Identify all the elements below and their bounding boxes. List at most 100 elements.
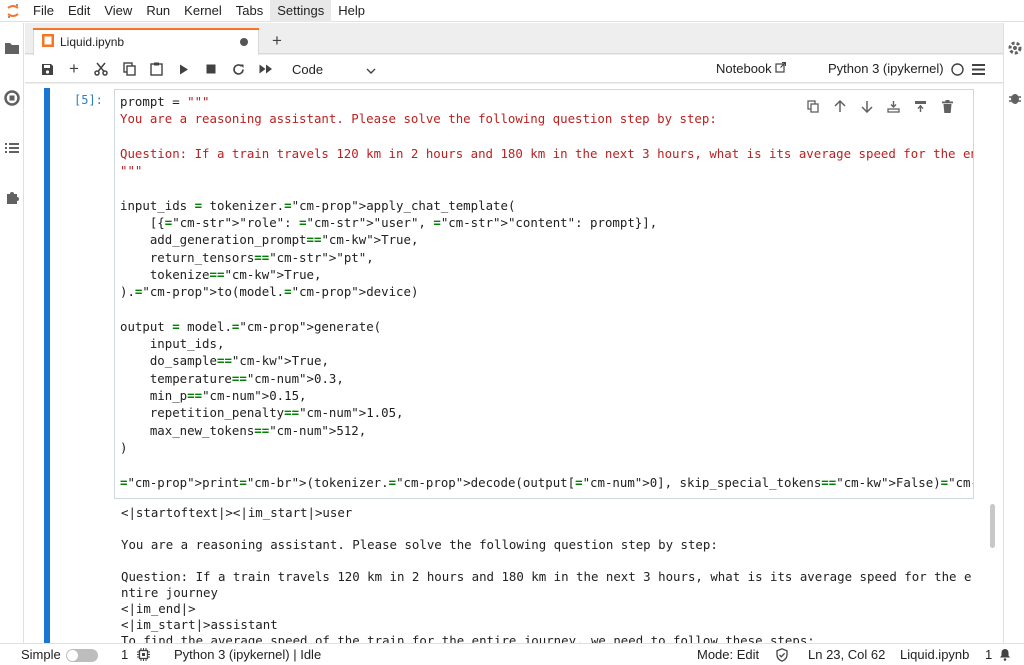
menu-view[interactable]: View: [97, 0, 139, 22]
running-kernels-icon[interactable]: [2, 88, 22, 108]
move-down-arrow-icon[interactable]: [853, 96, 880, 116]
new-tab-plus-icon[interactable]: +: [267, 31, 287, 51]
code-line: return_tensors=="cm-str">"pt",: [120, 249, 374, 265]
output-line: ntire journey: [121, 585, 218, 600]
cut-scissors-icon[interactable]: [91, 59, 111, 79]
duplicate-cell-icon[interactable]: [799, 96, 826, 116]
cell-output: <|startoftext|><|im_start|>user You are …: [121, 505, 971, 643]
code-line: Question: If a train travels 120 km in 2…: [120, 145, 974, 161]
code-line: input_ids,: [120, 336, 225, 352]
chevron-down-icon: [366, 62, 376, 77]
code-line: output = model.="cm-prop">generate(: [120, 318, 382, 334]
output-line: To find the average speed of the train f…: [121, 633, 815, 643]
cell-type-value: Code: [292, 61, 324, 77]
menu-run[interactable]: Run: [139, 0, 177, 22]
tab-accent-bar: [33, 28, 259, 30]
simple-mode-label: Simple: [21, 647, 61, 662]
extensions-puzzle-icon[interactable]: [2, 188, 22, 208]
debugger-bug-icon[interactable]: [1005, 88, 1024, 108]
restart-run-all-icon[interactable]: [256, 59, 276, 79]
code-editor[interactable]: prompt = """ You are a reasoning assistan…: [114, 89, 974, 499]
editor-mode: Mode: Edit: [697, 647, 760, 662]
code-line: temperature=="cm-num">0.3,: [120, 370, 344, 386]
main-area: Liquid.ipynb + + Code Notebook Python 3 …: [25, 23, 1003, 643]
insert-cell-above-icon[interactable]: [880, 96, 907, 116]
menu-help[interactable]: Help: [331, 0, 372, 22]
menu-file[interactable]: File: [26, 0, 61, 22]
launch-icon: [775, 61, 787, 76]
delete-cell-trash-icon[interactable]: [934, 96, 961, 116]
active-cell-indicator[interactable]: [44, 88, 50, 643]
menu-bar: File Edit View Run Kernel Tabs Settings …: [0, 0, 1024, 22]
menu-settings[interactable]: Settings: [270, 0, 332, 22]
notification-count: 1: [985, 647, 993, 662]
toggle-knob: [67, 650, 78, 661]
table-of-contents-icon[interactable]: [2, 138, 22, 158]
output-line: <|im_end|>: [121, 601, 196, 616]
code-line: max_new_tokens=="cm-num">512,: [120, 422, 367, 438]
save-icon[interactable]: [37, 59, 57, 79]
restart-kernel-icon[interactable]: [228, 59, 248, 79]
unsaved-dot-icon[interactable]: [240, 38, 248, 46]
jupyter-logo-icon: [0, 0, 26, 22]
insert-cell-below-icon[interactable]: [907, 96, 934, 116]
cell-type-select[interactable]: Code: [292, 60, 376, 78]
run-play-icon[interactable]: [174, 59, 194, 79]
scrollbar-thumb[interactable]: [990, 504, 995, 548]
hamburger-menu-icon[interactable]: [968, 59, 988, 79]
property-inspector-gear-icon[interactable]: [1005, 38, 1024, 58]
copy-icon[interactable]: [119, 59, 139, 79]
move-up-arrow-icon[interactable]: [826, 96, 853, 116]
cell-toolbar: [799, 96, 961, 116]
tab-title: Liquid.ipynb: [60, 35, 125, 49]
code-line: min_p=="cm-num">0.15,: [120, 388, 307, 404]
notebook-panel: [5]: prompt = """ You are a reasoning ass…: [25, 84, 1003, 643]
output-line: <|im_start|>assistant: [121, 617, 278, 632]
notebook-tab[interactable]: Liquid.ipynb: [33, 28, 259, 55]
output-line: Question: If a train travels 120 km in 2…: [121, 569, 972, 584]
notebook-toolbar: + Code Notebook Python 3 (ipykernel): [25, 55, 1003, 83]
kernel-status[interactable]: Python 3 (ipykernel) | Idle: [174, 647, 321, 662]
paste-clipboard-icon[interactable]: [146, 59, 166, 79]
menu-kernel[interactable]: Kernel: [177, 0, 229, 22]
code-line: input_ids = tokenizer.="cm-prop">apply_c…: [120, 197, 516, 213]
output-line: You are a reasoning assistant. Please so…: [121, 537, 718, 552]
kernel-selector[interactable]: Python 3 (ipykernel): [828, 61, 944, 76]
code-line: tokenize=="cm-kw">True,: [120, 266, 322, 282]
right-activity-bar: [1003, 23, 1024, 643]
code-line: add_generation_prompt=="cm-kw">True,: [120, 232, 419, 248]
notebook-label: Notebook: [716, 61, 772, 76]
code-line: """: [120, 163, 143, 179]
menu-tabs[interactable]: Tabs: [229, 0, 270, 22]
folder-icon[interactable]: [2, 38, 22, 58]
interrupt-stop-icon[interactable]: [201, 59, 221, 79]
code-line: ="cm-prop">print="cm-br">(tokenizer.="cm…: [120, 474, 973, 490]
kernel-name-label: Python 3 (ipykernel): [828, 61, 944, 76]
left-activity-bar: [0, 23, 24, 643]
open-notebook-button[interactable]: Notebook: [716, 61, 787, 76]
menu-edit[interactable]: Edit: [61, 0, 97, 22]
shield-check-icon[interactable]: [776, 648, 788, 665]
code-line: [{="cm-str">"role": ="cm-str">"user", ="…: [120, 215, 658, 231]
code-line: ).="cm-prop">to(model.="cm-prop">device): [120, 284, 419, 300]
notebook-file-icon: [42, 34, 54, 50]
cursor-position[interactable]: Ln 23, Col 62: [808, 647, 885, 662]
notification-bell-icon[interactable]: [999, 648, 1011, 664]
simple-mode-toggle[interactable]: [66, 649, 98, 662]
kernel-chip-icon[interactable]: [137, 648, 150, 664]
code-text: prompt = """ You are a reasoning assistan…: [120, 93, 974, 491]
tab-bar: Liquid.ipynb +: [25, 23, 1003, 55]
status-bar: Simple 1 Python 3 (ipykernel) | Idle Mod…: [0, 643, 1024, 665]
status-file-name: Liquid.ipynb: [900, 647, 970, 662]
cell-execution-prompt: [5]:: [74, 93, 103, 107]
insert-cell-plus-icon[interactable]: +: [64, 59, 84, 79]
code-line: repetition_penalty=="cm-num">1.05,: [120, 405, 404, 421]
code-line: ): [120, 439, 128, 455]
terminal-count: 1: [121, 647, 129, 662]
